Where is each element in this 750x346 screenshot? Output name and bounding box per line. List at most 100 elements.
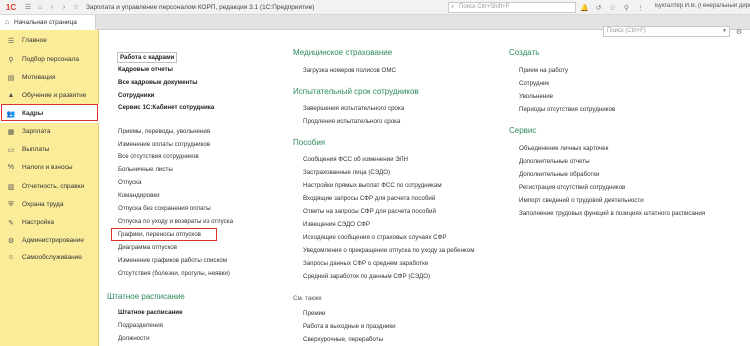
link-vacation-diagram[interactable]: Диаграмма отпусков xyxy=(118,244,177,251)
link-sfr-average-earnings-requests[interactable]: Запросы данных СФР о среднем заработке xyxy=(303,260,428,267)
see-also-label: См. также xyxy=(293,295,322,302)
sidebar-item-label: Настройка xyxy=(22,219,54,226)
link-fss-direct-payments[interactable]: Настройки прямых выплат ФСС по сотрудник… xyxy=(303,182,442,189)
link-all-absences[interactable]: Все отсутствия сотрудников xyxy=(118,153,199,160)
link-departments[interactable]: Подразделения xyxy=(118,322,163,329)
link-employees[interactable]: Сотрудники xyxy=(118,92,154,99)
sidebar-item-label: Администрирование xyxy=(22,237,84,244)
current-user[interactable]: Бухгалтер И.В. (Генеральный директор) xyxy=(655,3,750,9)
link-merge-personal-cards[interactable]: Объединение личных карточек xyxy=(519,145,608,152)
heading-medical-insurance: Медицинское страхование xyxy=(293,48,393,57)
sidebar-item-training[interactable]: ▲ Обучение и развитие xyxy=(0,86,99,105)
link-create-hire[interactable]: Прием на работу xyxy=(519,67,568,74)
sidebar-item-motivation[interactable]: ▤ Мотивация xyxy=(0,68,99,87)
link-hr-reports[interactable]: Кадровые отчеты xyxy=(118,66,173,73)
sidebar-item-reports[interactable]: ▥ Отчетность, справки xyxy=(0,177,99,196)
history-icon[interactable]: ↺ xyxy=(592,1,605,14)
global-search-placeholder: Поиск Ctrl+Shift+F xyxy=(459,4,510,10)
link-oms-import[interactable]: Загрузка номеров полисов ОМС xyxy=(303,67,396,74)
link-sfr-incoming-requests[interactable]: Входящие запросы СФР для расчета пособий xyxy=(303,195,435,202)
link-absences[interactable]: Отсутствия (болезни, прогулы, неявки) xyxy=(118,270,230,277)
link-vacations[interactable]: Отпуска xyxy=(118,179,141,186)
heading-staffing: Штатное расписание xyxy=(107,292,185,301)
sidebar-item-label: Обучение и развитие xyxy=(22,92,87,99)
link-employee-cabinet[interactable]: Сервис 1С:Кабинет сотрудника xyxy=(118,104,214,111)
sidebar-item-payments[interactable]: ▭ Выплаты xyxy=(0,140,99,159)
link-insured-persons[interactable]: Застрахованные лица (СЭДО) xyxy=(303,169,390,176)
sidebar-item-salary[interactable]: ▦ Зарплата xyxy=(0,122,99,141)
section-search-input[interactable]: Поиск (Ctrl+F) ▼ xyxy=(603,26,730,37)
forward-icon[interactable]: › xyxy=(58,1,70,13)
sidebar: ☰ Главное ⚲ Подбор персонала ▤ Мотивация ▲ О… xyxy=(0,30,99,346)
link-bonuses[interactable]: Премии xyxy=(303,310,326,317)
sidebar-item-main[interactable]: ☰ Главное xyxy=(0,31,99,50)
app-title: Зарплата и управление персоналом КОРП, р… xyxy=(86,3,315,11)
link-positions[interactable]: Должности xyxy=(118,335,150,342)
search-icon: ⌕ xyxy=(451,4,455,10)
sidebar-item-label: Налоги и взносы xyxy=(22,164,73,171)
reports-icon: ▥ xyxy=(7,183,15,191)
link-weekend-work[interactable]: Работа в выходные и праздники xyxy=(303,323,396,330)
link-all-hr-documents[interactable]: Все кадровые документы xyxy=(118,79,198,86)
sidebar-item-label: Зарплата xyxy=(22,128,51,135)
sidebar-item-taxes[interactable]: % Налоги и взносы xyxy=(0,158,99,177)
gear-icon[interactable]: ⚙ xyxy=(733,26,745,37)
back-icon[interactable]: ‹ xyxy=(46,1,58,13)
link-labor-activity-import[interactable]: Импорт сведений о трудовой деятельности xyxy=(519,197,644,204)
global-search-input[interactable]: ⌕ Поиск Ctrl+Shift+F xyxy=(448,2,576,13)
sidebar-item-recruiting[interactable]: ⚲ Подбор персонала xyxy=(0,50,99,69)
link-sfr-average-earnings[interactable]: Средний заработок по данным СФР (СЭДО) xyxy=(303,273,430,280)
heading-create: Создать xyxy=(509,48,540,57)
link-probation-extension[interactable]: Продления испытательного срока xyxy=(303,118,400,125)
sidebar-item-personnel[interactable]: 👥 Кадры xyxy=(0,104,99,123)
star-icon[interactable]: ☆ xyxy=(70,1,82,13)
self-service-icon: ☺ xyxy=(7,254,15,261)
link-sick-leaves[interactable]: Больничные листы xyxy=(118,166,173,173)
salary-icon: ▦ xyxy=(7,128,15,136)
link-overtime[interactable]: Сверхурочные, переработы xyxy=(303,336,383,343)
link-vacation-schedules[interactable]: Графики, переносы отпусков xyxy=(118,231,201,238)
link-hires-transfers[interactable]: Приемы, переводы, увольнения xyxy=(118,128,210,135)
link-unpaid-leaves[interactable]: Отпуска без сохранения оплаты xyxy=(118,205,211,212)
1c-logo: 1С xyxy=(5,2,17,12)
sidebar-item-label: Охрана труда xyxy=(22,201,64,208)
heading-service: Сервис xyxy=(509,126,537,135)
sidebar-item-label: Кадры xyxy=(22,110,44,117)
link-sfr-request-answers[interactable]: Ответы на запросы СФР для расчета пособи… xyxy=(303,208,436,215)
link-business-trips[interactable]: Командировки xyxy=(118,192,160,199)
link-labor-functions-fill[interactable]: Заполнение трудовых функций в позициях ш… xyxy=(519,210,705,217)
link-additional-processing[interactable]: Дополнительные обработки xyxy=(519,171,599,178)
menu-icon[interactable]: ☰ xyxy=(22,1,34,13)
link-hr-work[interactable]: Работа с кадрами xyxy=(117,52,178,63)
link-create-dismissal[interactable]: Увольнение xyxy=(519,93,553,100)
star-icon[interactable]: ☆ xyxy=(606,1,619,14)
link-sfr-outgoing-messages[interactable]: Исходящие сообщения о страховых случаях … xyxy=(303,234,446,241)
heading-probation: Испытательный срок сотрудников xyxy=(293,87,419,96)
home-icon[interactable]: ⌂ xyxy=(34,1,46,13)
link-care-leaves[interactable]: Отпуска по уходу и возвраты из отпуска xyxy=(118,218,233,225)
tab-home-label: Начальная страница xyxy=(14,19,77,26)
person-search-icon: ⚲ xyxy=(8,56,14,64)
sidebar-item-self-service[interactable]: ☺ Самообслуживание xyxy=(0,248,99,267)
sidebar-item-settings[interactable]: ✎ Настройка xyxy=(0,213,99,232)
link-schedule-changes[interactable]: Изменение графиков работы списком xyxy=(118,257,227,264)
link-pay-changes[interactable]: Изменение оплаты сотрудников xyxy=(118,141,210,148)
user-icon[interactable]: ⚲ xyxy=(620,1,633,14)
tab-home[interactable]: ⌂ Начальная страница xyxy=(0,15,96,30)
sidebar-item-label: Мотивация xyxy=(22,74,56,81)
link-staffing-table[interactable]: Штатное расписание xyxy=(118,309,183,316)
link-probation-completion[interactable]: Завершения испытательного срока xyxy=(303,105,404,112)
sidebar-item-safety[interactable]: ⛨ Охрана труда xyxy=(0,195,99,214)
more-icon[interactable]: ⋮ xyxy=(634,1,647,14)
menu-icon: ☰ xyxy=(7,37,15,45)
link-absence-registration[interactable]: Регистрация отсутствий сотрудников xyxy=(519,184,625,191)
link-create-absence-periods[interactable]: Периоды отсутствия сотрудников xyxy=(519,106,615,113)
link-additional-reports[interactable]: Дополнительные отчеты xyxy=(519,158,590,165)
section-search-placeholder: Поиск (Ctrl+F) xyxy=(607,28,646,34)
link-sedo-notices[interactable]: Извещения СЭДО СФР xyxy=(303,221,370,228)
link-create-employee[interactable]: Сотрудник xyxy=(519,80,549,87)
link-childcare-leave-termination[interactable]: Уведомления о прекращении отпуска по ухо… xyxy=(303,247,474,254)
sidebar-item-label: Подбор персонала xyxy=(22,56,79,63)
link-fss-eln-messages[interactable]: Сообщения ФСС об изменении ЭЛН xyxy=(303,156,408,163)
notification-icon[interactable]: 🔔 xyxy=(578,1,591,14)
